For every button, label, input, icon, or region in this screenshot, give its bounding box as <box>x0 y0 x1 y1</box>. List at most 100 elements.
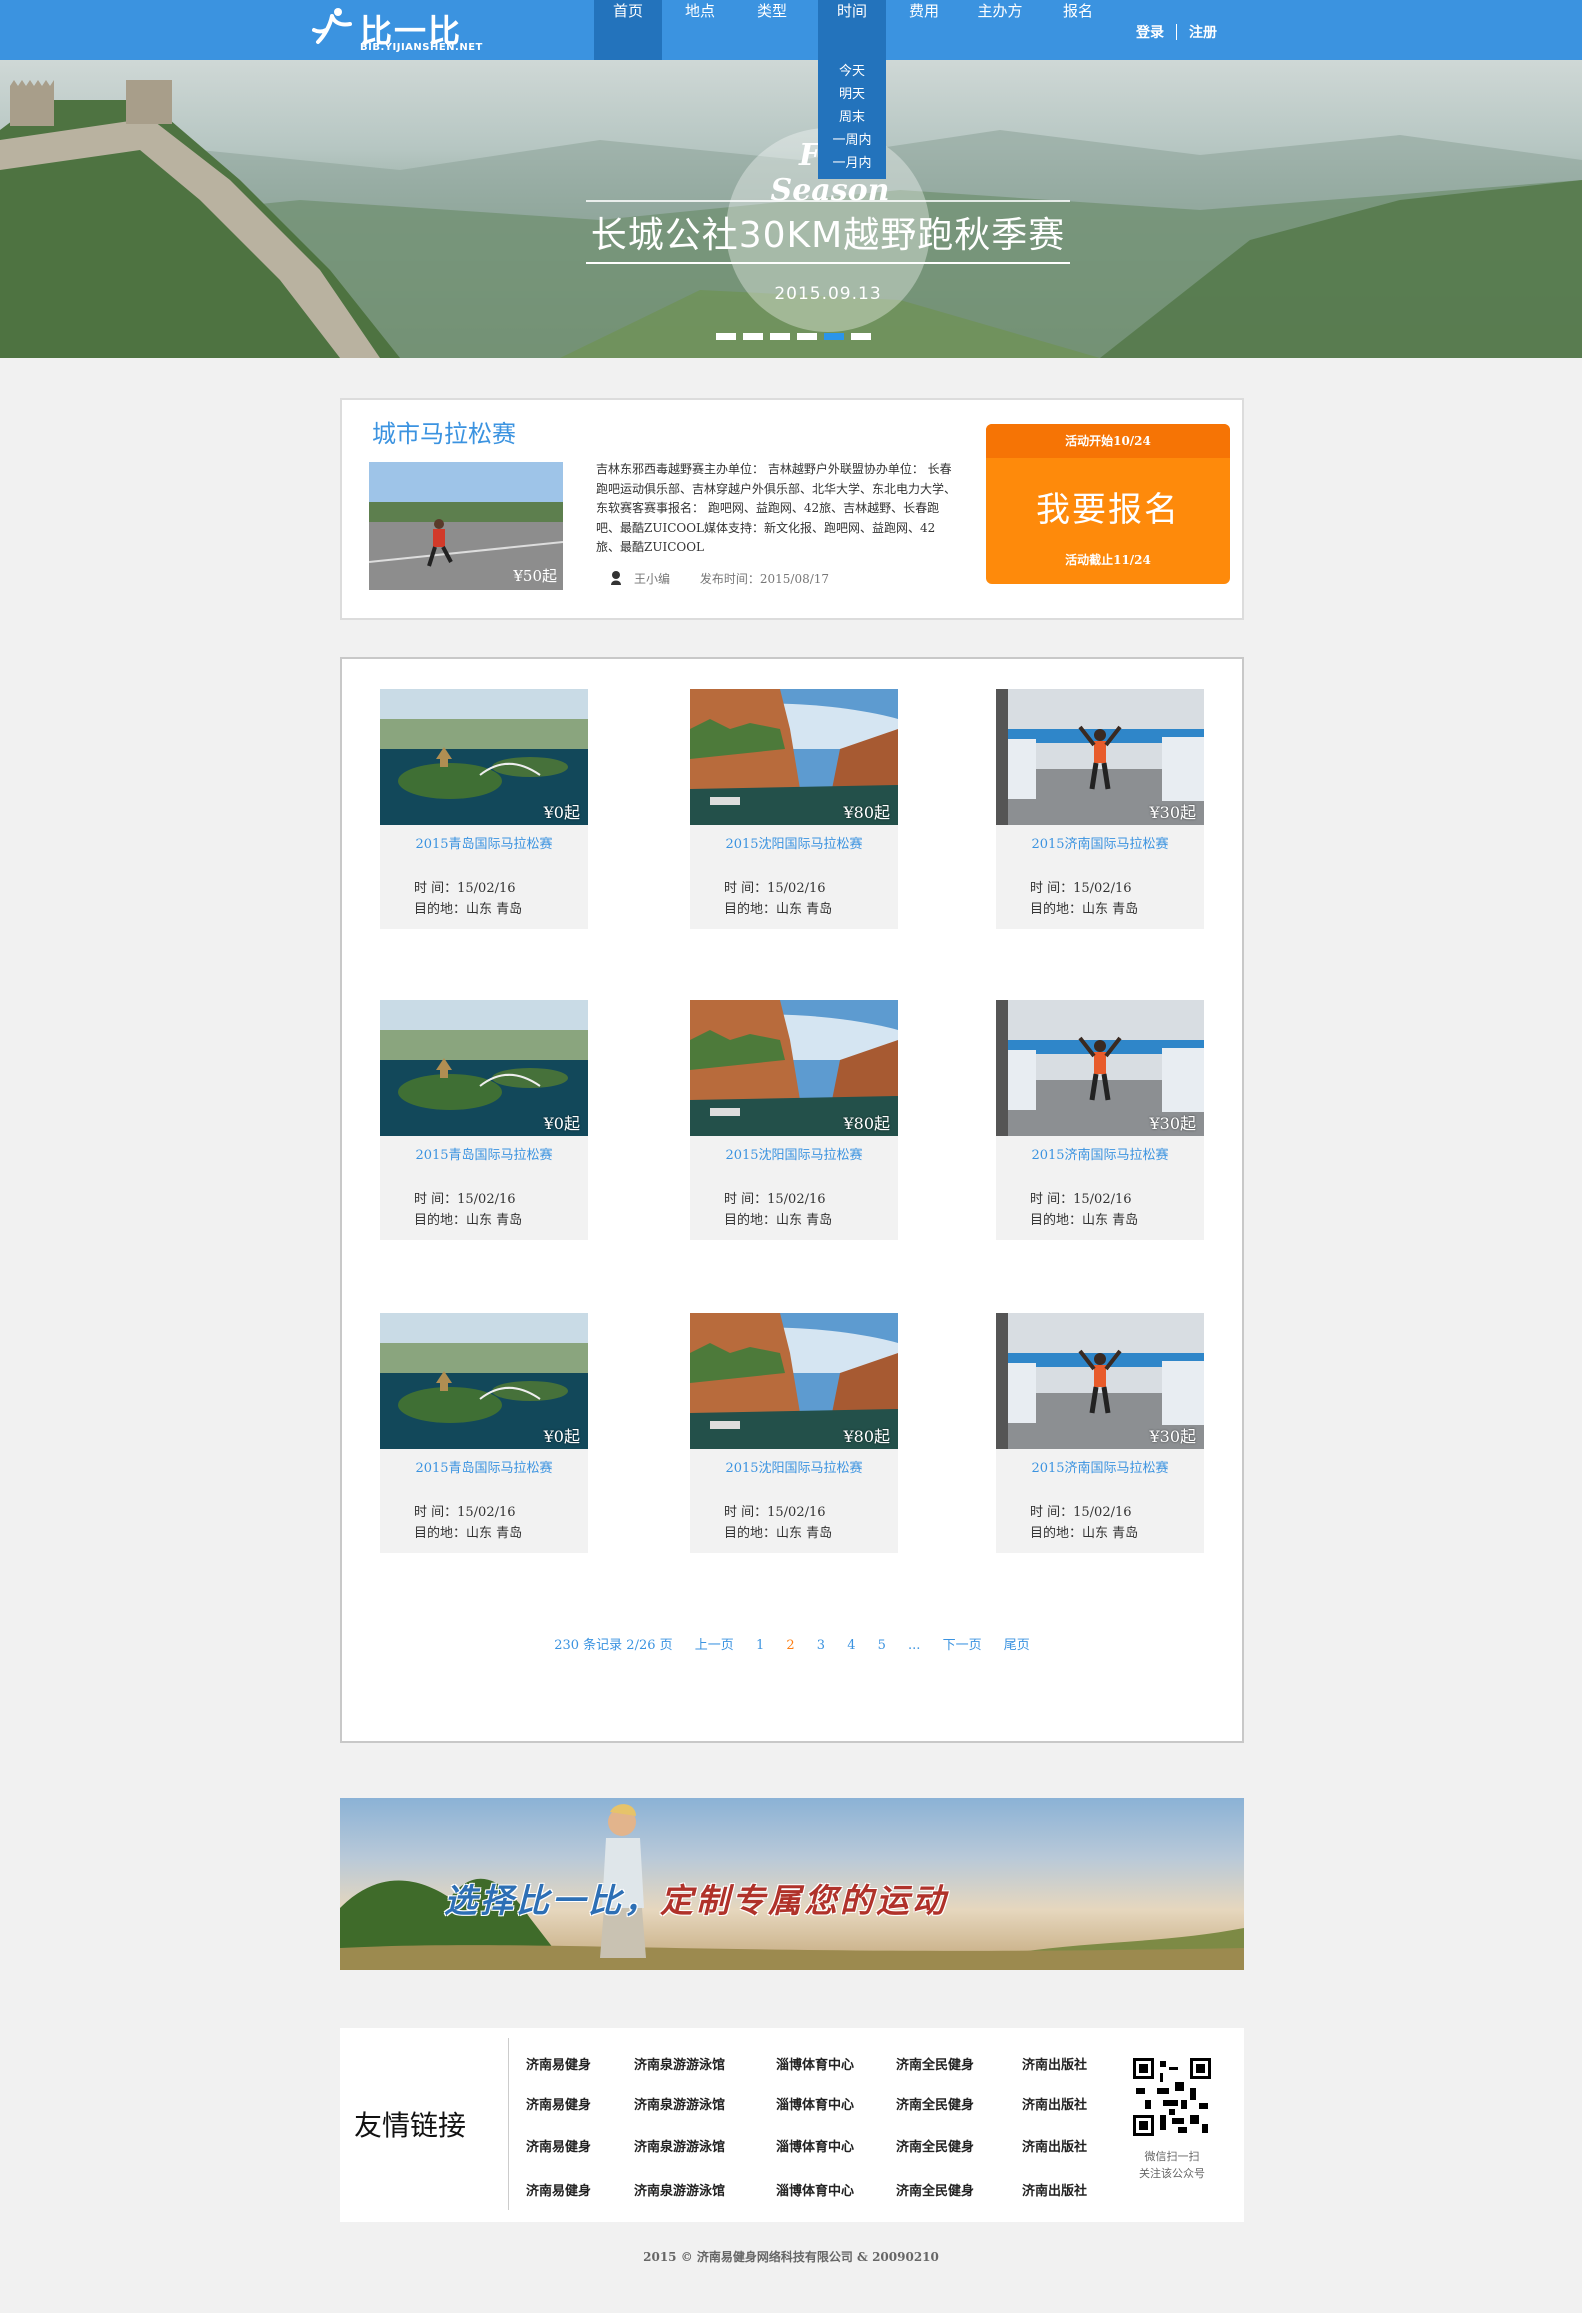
friend-link[interactable]: 济南泉游游泳馆 <box>634 2180 725 2199</box>
pager-next[interactable]: 下一页 <box>943 1634 982 1653</box>
event-destination: 目的地：山东 青岛 <box>1030 902 1139 917</box>
event-card[interactable]: ¥80起 2015沈阳国际马拉松赛时 间：15/02/16 目的地：山东 青岛 <box>690 689 898 929</box>
featured-description: 吉林东邪西毒越野赛主办单位： 吉林越野户外联盟协办单位： 长春跑吧运动俱乐部、吉… <box>596 462 957 554</box>
friend-link[interactable]: 济南易健身 <box>526 2180 591 2199</box>
event-title[interactable]: 2015沈阳国际马拉松赛 <box>690 833 898 852</box>
dropdown-item-week[interactable]: 一周内 <box>818 129 886 152</box>
featured-image[interactable]: ¥50起 <box>369 462 563 590</box>
event-price: ¥80起 <box>843 1427 890 1446</box>
event-destination: 目的地：山东 青岛 <box>724 902 833 917</box>
pager-page-3[interactable]: 3 <box>817 1638 825 1653</box>
pager-last[interactable]: 尾页 <box>1004 1634 1030 1653</box>
friend-link[interactable]: 淄博体育中心 <box>776 2094 854 2113</box>
event-price: ¥30起 <box>1149 1427 1196 1446</box>
hero-slider[interactable]: Fall Season 长城公社30KM越野跑秋季赛 2015.09.13 <box>0 60 1582 358</box>
signup-button[interactable]: 活动开始10/24 我要报名 活动截止11/24 <box>986 424 1230 584</box>
featured-price: ¥50起 <box>513 567 557 585</box>
event-card[interactable]: ¥80起 2015沈阳国际马拉松赛时 间：15/02/16 目的地：山东 青岛 <box>690 1000 898 1240</box>
nav-cost[interactable]: 费用 <box>890 0 958 60</box>
slider-dot[interactable] <box>770 333 790 340</box>
event-destination: 目的地：山东 青岛 <box>414 902 523 917</box>
login-link[interactable]: 登录 <box>1136 22 1164 42</box>
friend-link[interactable]: 济南易健身 <box>526 2094 591 2113</box>
friend-link[interactable]: 济南出版社 <box>1022 2094 1087 2113</box>
event-destination: 目的地：山东 青岛 <box>414 1213 523 1228</box>
event-card[interactable]: ¥80起 2015沈阳国际马拉松赛时 间：15/02/16 目的地：山东 青岛 <box>690 1313 898 1553</box>
dropdown-item-today[interactable]: 今天 <box>818 60 886 83</box>
signup-start-date: 活动开始10/24 <box>986 424 1230 458</box>
hero-title: 长城公社30KM越野跑秋季赛 <box>586 200 1070 264</box>
auth-divider <box>1176 24 1177 40</box>
event-title[interactable]: 2015青岛国际马拉松赛 <box>380 833 588 852</box>
event-price: ¥80起 <box>843 803 890 822</box>
event-title[interactable]: 2015济南国际马拉松赛 <box>996 1457 1204 1476</box>
friend-link[interactable]: 济南全民健身 <box>896 2180 974 2199</box>
pager-page-4[interactable]: 4 <box>847 1638 855 1653</box>
event-time: 时 间：15/02/16 <box>724 1192 826 1207</box>
friend-link[interactable]: 淄博体育中心 <box>776 2180 854 2199</box>
event-time: 时 间：15/02/16 <box>724 1505 826 1520</box>
event-price: ¥0起 <box>543 803 580 822</box>
nav-organizer[interactable]: 主办方 <box>966 0 1034 60</box>
hero-date: 2015.09.13 <box>774 284 882 304</box>
slider-dot[interactable] <box>716 333 736 340</box>
featured-title[interactable]: 城市马拉松赛 <box>372 414 516 449</box>
slider-dot[interactable] <box>851 333 871 340</box>
event-title[interactable]: 2015青岛国际马拉松赛 <box>380 1144 588 1163</box>
friend-link[interactable]: 济南出版社 <box>1022 2136 1087 2155</box>
event-card[interactable]: ¥30起 2015济南国际马拉松赛时 间：15/02/16 目的地：山东 青岛 <box>996 1313 1204 1553</box>
pager-page-2[interactable]: 2 <box>786 1638 794 1653</box>
event-card[interactable]: ¥0起 2015青岛国际马拉松赛时 间：15/02/16 目的地：山东 青岛 <box>380 1313 588 1553</box>
event-title[interactable]: 2015济南国际马拉松赛 <box>996 1144 1204 1163</box>
slider-dot[interactable] <box>797 333 817 340</box>
event-card[interactable]: ¥30起 2015济南国际马拉松赛时 间：15/02/16 目的地：山东 青岛 <box>996 689 1204 929</box>
author-avatar-icon <box>611 571 621 585</box>
dropdown-item-weekend[interactable]: 周末 <box>818 106 886 129</box>
event-title[interactable]: 2015沈阳国际马拉松赛 <box>690 1457 898 1476</box>
friend-link[interactable]: 济南易健身 <box>526 2136 591 2155</box>
friend-links-section: 友情链接 济南易健身 济南泉游游泳馆 淄博体育中心 济南全民健身 济南出版社 济南易健身济… <box>340 2028 1244 2222</box>
friend-link[interactable]: 淄博体育中心 <box>776 2136 854 2155</box>
slider-dots <box>716 333 878 352</box>
dropdown-item-tomorrow[interactable]: 明天 <box>818 83 886 106</box>
pager-ellipsis: ... <box>908 1638 921 1653</box>
event-card[interactable]: ¥0起 2015青岛国际马拉松赛时 间：15/02/16 目的地：山东 青岛 <box>380 689 588 929</box>
pager-page-5[interactable]: 5 <box>878 1638 886 1653</box>
friend-link[interactable]: 淄博体育中心 <box>776 2054 854 2073</box>
event-price: ¥0起 <box>543 1427 580 1446</box>
friend-link[interactable]: 济南出版社 <box>1022 2180 1087 2199</box>
event-card[interactable]: ¥30起 2015济南国际马拉松赛时 间：15/02/16 目的地：山东 青岛 <box>996 1000 1204 1240</box>
event-title[interactable]: 2015沈阳国际马拉松赛 <box>690 1144 898 1163</box>
friend-link[interactable]: 济南全民健身 <box>896 2054 974 2073</box>
footer-copyright: 2015 © 济南易健身网络科技有限公司 & 20090210 <box>643 2250 939 2264</box>
wechat-qr-code <box>1133 2058 1211 2136</box>
banner-slogan-blue: 选择比一比， <box>444 1881 660 1920</box>
nav-location[interactable]: 地点 <box>666 0 734 60</box>
event-grid: ¥0起 2015青岛国际马拉松赛时 间：15/02/16 目的地：山东 青岛 ¥80起… <box>340 657 1244 1743</box>
nav-home[interactable]: 首页 <box>594 0 662 60</box>
slider-dot[interactable] <box>743 333 763 340</box>
event-card[interactable]: ¥0起 2015青岛国际马拉松赛时 间：15/02/16 目的地：山东 青岛 <box>380 1000 588 1240</box>
auth-links: 登录 注册 <box>1136 22 1217 42</box>
slider-dot[interactable] <box>824 333 844 340</box>
pager-prev[interactable]: 上一页 <box>695 1634 734 1653</box>
friend-link[interactable]: 济南全民健身 <box>896 2094 974 2113</box>
dropdown-item-month[interactable]: 一月内 <box>818 152 886 175</box>
register-link[interactable]: 注册 <box>1189 22 1217 42</box>
pager-page-1[interactable]: 1 <box>756 1638 764 1653</box>
friend-link[interactable]: 济南全民健身 <box>896 2136 974 2155</box>
nav-type[interactable]: 类型 <box>738 0 806 60</box>
event-title[interactable]: 2015青岛国际马拉松赛 <box>380 1457 588 1476</box>
friend-links-title: 友情链接 <box>354 2109 467 2142</box>
friend-link[interactable]: 济南泉游游泳馆 <box>634 2094 725 2113</box>
promo-banner[interactable]: 选择比一比，定制专属您的运动 <box>340 1798 1244 1970</box>
nav-signup[interactable]: 报名 <box>1044 0 1112 60</box>
friend-link[interactable]: 济南出版社 <box>1022 2054 1087 2073</box>
nav-time[interactable]: 时间 <box>818 0 886 60</box>
site-logo[interactable]: 比一比 BIB.YIJIANSHEN.NET <box>312 6 502 56</box>
author-name: 王小编 <box>634 572 671 586</box>
friend-link[interactable]: 济南泉游游泳馆 <box>634 2054 725 2073</box>
friend-link[interactable]: 济南泉游游泳馆 <box>634 2136 725 2155</box>
friend-link[interactable]: 济南易健身 <box>526 2054 591 2073</box>
event-title[interactable]: 2015济南国际马拉松赛 <box>996 833 1204 852</box>
